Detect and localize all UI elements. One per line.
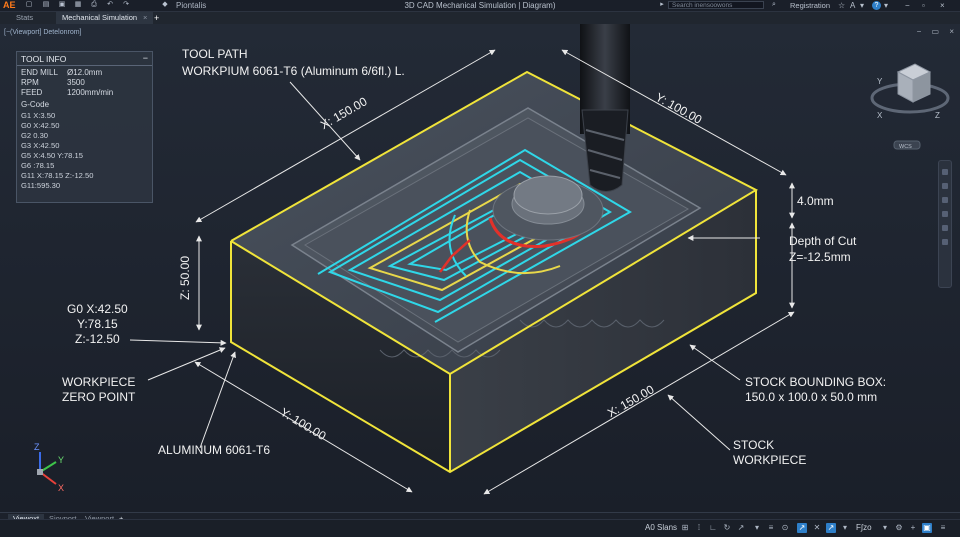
g0-x-label: G0 X:42.50 bbox=[67, 302, 128, 316]
osnap-icon[interactable]: ↗ bbox=[736, 523, 746, 533]
g0-y-label: Y:78.15 bbox=[77, 317, 118, 331]
viewport-minimize-button[interactable]: − bbox=[917, 27, 922, 36]
workpiece-zero-label: WORKPIECE bbox=[62, 375, 136, 389]
showmotion-icon[interactable] bbox=[942, 211, 948, 217]
viewcube-x-label: X bbox=[877, 111, 883, 120]
registration-link[interactable]: Registration bbox=[790, 0, 830, 11]
snap-icon[interactable]: ⁞ bbox=[694, 523, 704, 533]
viewport-controls: − ▭ × bbox=[909, 27, 954, 36]
viewport-restore-button[interactable]: ▭ bbox=[932, 27, 940, 36]
transparency-icon[interactable]: ⊙ bbox=[780, 523, 790, 533]
undo-icon[interactable]: ↶ bbox=[106, 1, 114, 9]
add-icon[interactable]: + bbox=[908, 523, 918, 533]
tool-info-title: TOOL INFO bbox=[21, 54, 67, 64]
tab-mechanical-simulation[interactable]: Mechanical Simulation × bbox=[56, 12, 154, 24]
ucs-x-label: X bbox=[58, 483, 65, 493]
minimize-icon[interactable]: − bbox=[905, 0, 910, 11]
save-icon[interactable]: ▣ bbox=[58, 1, 66, 9]
close-icon[interactable]: × bbox=[940, 0, 945, 11]
help-dropdown-icon[interactable]: ▾ bbox=[884, 0, 888, 11]
tool-info-panel[interactable]: TOOL INFO − END MILL Ø12.0mm RPM 3500 FEED… bbox=[16, 51, 153, 203]
panel-divider bbox=[17, 65, 152, 66]
depth-of-cut-value: Z=-12.5mm bbox=[789, 250, 851, 264]
print-icon[interactable]: ⎙ bbox=[90, 1, 98, 9]
gcode-line: G2 0.30 bbox=[21, 131, 49, 140]
tab-close-icon[interactable]: × bbox=[143, 13, 147, 22]
viewport-label[interactable]: [−(Viewport] Detelonrom] bbox=[4, 29, 82, 36]
status-text[interactable]: A0 Slans bbox=[645, 523, 677, 532]
tab-stats[interactable]: Stats bbox=[10, 12, 39, 24]
clean-screen-icon[interactable]: ▣ bbox=[922, 523, 932, 533]
gcode-line: G0 X:42.50 bbox=[21, 121, 60, 130]
tool-info-row: END MILL Ø12.0mm bbox=[21, 68, 103, 77]
font-icon[interactable]: A bbox=[850, 0, 855, 11]
favorite-icon[interactable]: ☆ bbox=[838, 0, 845, 11]
g0-z-label: Z:-12.50 bbox=[75, 332, 120, 346]
ucs-z-label: Z bbox=[34, 442, 40, 452]
app-logo[interactable]: AE bbox=[3, 0, 16, 11]
zero-point-label: ZERO POINT bbox=[62, 390, 136, 404]
save-as-icon[interactable]: ▦ bbox=[74, 1, 82, 9]
zoom-icon[interactable] bbox=[942, 183, 948, 189]
search-input[interactable]: Search inensoowons bbox=[668, 1, 764, 9]
isolate-icon[interactable]: ▾ bbox=[840, 523, 850, 533]
redo-icon[interactable]: ↷ bbox=[122, 1, 130, 9]
workpiece-label: WORKPIECE bbox=[733, 453, 807, 467]
steering-wheel-icon[interactable] bbox=[942, 225, 948, 231]
tool-info-row: RPM 3500 bbox=[21, 78, 85, 87]
project-icon: ◆ bbox=[162, 1, 168, 8]
lineweight-icon[interactable]: ≡ bbox=[766, 523, 776, 533]
extents-icon[interactable] bbox=[942, 239, 948, 245]
settings-icon[interactable]: ⚙ bbox=[894, 523, 904, 533]
maximize-icon[interactable]: ▫ bbox=[922, 0, 925, 11]
gcode-line: G3 X:42.50 bbox=[21, 141, 60, 150]
dim-z: Z: 50.00 bbox=[178, 255, 192, 300]
hardware-icon[interactable]: ▾ bbox=[880, 523, 890, 533]
workspace-icon[interactable]: ↗ bbox=[826, 523, 836, 533]
status-bar: A0 Slans ⊞ ⁞ ∟ ↻ ↗ ▾ ≡ ⊙ ↗ ✕ ↗ ▾ F∫zo ▾ … bbox=[0, 519, 960, 537]
stock-label: STOCK bbox=[733, 438, 775, 452]
orbit-icon[interactable] bbox=[942, 197, 948, 203]
selection-icon[interactable]: ↗ bbox=[797, 523, 807, 533]
wcs-label[interactable]: WCS bbox=[899, 140, 912, 154]
help-icon[interactable]: ? bbox=[872, 1, 881, 10]
zoom-text[interactable]: F∫zo bbox=[856, 523, 872, 532]
gcode-line: G11:595.30 bbox=[21, 181, 61, 190]
collapse-button[interactable]: − bbox=[143, 53, 148, 63]
gcode-line: G6 :78.15 bbox=[21, 161, 55, 170]
otrack-icon[interactable]: ▾ bbox=[752, 523, 762, 533]
new-tab-button[interactable]: + bbox=[148, 12, 165, 24]
aluminum-label: ALUMINUM 6061-T6 bbox=[158, 443, 271, 457]
viewcube-y-label: Y bbox=[877, 77, 883, 86]
gcode-title: G-Code bbox=[21, 100, 50, 109]
tool-path-title: TOOL PATH bbox=[182, 47, 248, 61]
gcode-line: G5 X:4.50 Y:78.15 bbox=[21, 151, 83, 160]
viewport-close-button[interactable]: × bbox=[949, 27, 954, 36]
annotation-icon[interactable]: ✕ bbox=[812, 523, 822, 533]
viewcube-z-label: Z bbox=[935, 111, 940, 120]
ortho-icon[interactable]: ∟ bbox=[708, 523, 718, 533]
dropdown-icon[interactable]: ▾ bbox=[860, 0, 864, 11]
title-bar: AE ▢ ▤ ▣ ▦ ⎙ ↶ ↷ ◆ Piontalis 3D CAD Mech… bbox=[0, 0, 960, 12]
navigation-bar[interactable] bbox=[938, 160, 952, 288]
grid-icon[interactable]: ⊞ bbox=[680, 523, 690, 533]
gcode-line: G11 X:78.15 Z:-12.50 bbox=[21, 171, 94, 180]
search-arrow-icon[interactable]: ▸ bbox=[658, 1, 666, 9]
polar-icon[interactable]: ↻ bbox=[722, 523, 732, 533]
stock-bounding-box-label: STOCK BOUNDING BOX: bbox=[745, 375, 887, 389]
ucs-y-label: Y bbox=[58, 455, 65, 465]
tool-info-row: FEED 1200mm/min bbox=[21, 88, 114, 97]
stock-bounding-box-size: 150.0 x 100.0 x 50.0 mm bbox=[745, 390, 878, 404]
workpiece-material-label: WORKPIUM 6061-T6 (Aluminum 6/6fl.) L. bbox=[182, 64, 405, 78]
pan-icon[interactable] bbox=[942, 169, 948, 175]
search-icon[interactable]: ⌕ bbox=[770, 1, 778, 9]
customize-icon[interactable]: ≡ bbox=[938, 523, 948, 533]
new-file-icon[interactable]: ▢ bbox=[25, 1, 33, 9]
open-folder-icon[interactable]: ▤ bbox=[42, 1, 50, 9]
depth-of-cut-label: Depth of Cut bbox=[789, 234, 857, 248]
depth-4mm-label: 4.0mm bbox=[797, 194, 834, 208]
gcode-line: G1 X:3.50 bbox=[21, 111, 56, 120]
project-label[interactable]: Piontalis bbox=[176, 0, 206, 11]
